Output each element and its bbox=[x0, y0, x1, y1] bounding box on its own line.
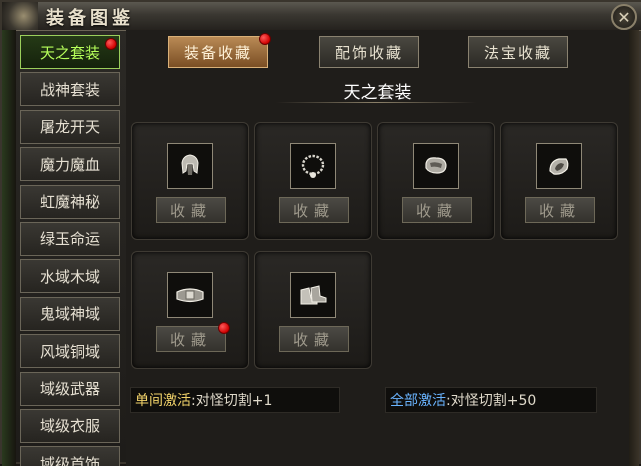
sidebar-item-label: 绿玉命运 bbox=[39, 230, 100, 249]
sidebar-item-hongmo[interactable]: 虹魔神秘 bbox=[20, 184, 120, 219]
window-title: 装备图鉴 bbox=[46, 8, 134, 29]
necklace-icon bbox=[301, 154, 325, 178]
collect-button[interactable]: 收藏 bbox=[279, 197, 349, 223]
boots-icon bbox=[300, 285, 327, 305]
item-slot[interactable] bbox=[413, 143, 459, 189]
close-button[interactable]: ✕ bbox=[611, 4, 637, 30]
sidebar-item-lvyu[interactable]: 绿玉命运 bbox=[20, 221, 120, 256]
tab-label: 法宝收藏 bbox=[483, 43, 552, 62]
sidebar-item-label: 域级衣服 bbox=[39, 417, 100, 436]
left-border-decoration bbox=[2, 30, 16, 466]
sidebar-item-tianzhi[interactable]: 天之套装 bbox=[20, 35, 120, 69]
item-slot[interactable] bbox=[536, 143, 582, 189]
bracelet-icon bbox=[425, 157, 447, 174]
collect-button[interactable]: 收藏 bbox=[156, 197, 226, 223]
tab-treasures[interactable]: 法宝收藏 bbox=[468, 36, 568, 68]
sidebar-item-weapons[interactable]: 域级武器 bbox=[20, 371, 120, 406]
sidebar-item-label: 域级首饰 bbox=[39, 454, 100, 466]
notification-dot bbox=[259, 33, 271, 45]
single-activation-value: :对怪切割+1 bbox=[191, 393, 273, 409]
section-divider bbox=[276, 102, 476, 103]
notification-dot bbox=[218, 322, 230, 334]
item-grid: 收藏 收藏 收藏 收藏 收藏 收藏 bbox=[131, 122, 624, 382]
sidebar-item-zhanshen[interactable]: 战神套装 bbox=[20, 72, 120, 107]
collect-button-label: 收藏 bbox=[169, 330, 212, 349]
equipment-codex-window: 装备图鉴 ✕ 天之套装 战神套装 屠龙开天 魔力魔血 虹魔神秘 绿玉命运 水域木… bbox=[0, 0, 641, 466]
full-activation-bar: 全部激活 :对怪切割+50 bbox=[385, 387, 597, 413]
section-title: 天之套装 bbox=[343, 83, 412, 103]
belt-icon bbox=[176, 288, 204, 303]
item-card: 收藏 bbox=[131, 251, 249, 369]
tab-label: 配饰收藏 bbox=[334, 43, 403, 62]
sidebar-item-fengyu[interactable]: 风域铜域 bbox=[20, 334, 120, 369]
ring-icon bbox=[549, 158, 569, 175]
sidebar-item-label: 天之套装 bbox=[39, 43, 100, 62]
collection-panel: 装备收藏 配饰收藏 法宝收藏 天之套装 收藏 收藏 收藏 收藏 收藏 收藏 单间… bbox=[126, 30, 629, 466]
notification-dot bbox=[105, 38, 117, 50]
item-card: 收藏 bbox=[377, 122, 495, 240]
single-activation-bar: 单间激活 :对怪切割+1 bbox=[130, 387, 340, 413]
sidebar-item-label: 风域铜域 bbox=[39, 342, 100, 361]
full-activation-label: 全部激活 bbox=[390, 393, 446, 409]
set-sidebar[interactable]: 天之套装 战神套装 屠龙开天 魔力魔血 虹魔神秘 绿玉命运 水域木域 鬼域神域 … bbox=[20, 35, 122, 466]
sidebar-item-label: 水域木域 bbox=[39, 267, 100, 286]
full-activation-value: :对怪切割+50 bbox=[446, 393, 537, 409]
item-card: 收藏 bbox=[254, 122, 372, 240]
collect-button[interactable]: 收藏 bbox=[402, 197, 472, 223]
collect-button-label: 收藏 bbox=[538, 201, 581, 220]
tab-equipment[interactable]: 装备收藏 bbox=[168, 33, 271, 68]
item-slot[interactable] bbox=[167, 272, 213, 318]
title-bar: 装备图鉴 ✕ bbox=[2, 2, 641, 31]
item-card: 收藏 bbox=[254, 251, 372, 369]
single-activation-label: 单间激活 bbox=[135, 393, 191, 409]
close-icon: ✕ bbox=[617, 7, 631, 27]
sidebar-item-label: 屠龙开天 bbox=[39, 118, 100, 137]
sidebar-item-clothes[interactable]: 域级衣服 bbox=[20, 408, 120, 443]
sidebar-item-shuiyu[interactable]: 水域木域 bbox=[20, 259, 120, 294]
sidebar-item-guiyu[interactable]: 鬼域神域 bbox=[20, 296, 120, 331]
item-card: 收藏 bbox=[131, 122, 249, 240]
collect-button-label: 收藏 bbox=[169, 201, 212, 220]
collect-button-label: 收藏 bbox=[415, 201, 458, 220]
sidebar-item-label: 战神套装 bbox=[39, 80, 100, 99]
sidebar-item-label: 域级武器 bbox=[39, 380, 100, 399]
tab-accessories[interactable]: 配饰收藏 bbox=[319, 36, 419, 68]
collect-button[interactable]: 收藏 bbox=[525, 197, 595, 223]
collect-button-label: 收藏 bbox=[292, 330, 335, 349]
sidebar-item-label: 虹魔神秘 bbox=[39, 193, 100, 212]
collect-button[interactable]: 收藏 bbox=[279, 326, 349, 352]
helmet-icon bbox=[181, 154, 199, 175]
title-emblem-icon bbox=[2, 2, 38, 30]
sidebar-item-tulong[interactable]: 屠龙开天 bbox=[20, 109, 120, 144]
sidebar-item-label: 鬼域神域 bbox=[39, 305, 100, 324]
item-slot[interactable] bbox=[290, 272, 336, 318]
collect-button[interactable]: 收藏 bbox=[156, 326, 226, 352]
sidebar-item-moli[interactable]: 魔力魔血 bbox=[20, 147, 120, 182]
tab-label: 装备收藏 bbox=[183, 43, 252, 62]
collect-button-label: 收藏 bbox=[292, 201, 335, 220]
sidebar-item-label: 魔力魔血 bbox=[39, 155, 100, 174]
item-slot[interactable] bbox=[167, 143, 213, 189]
sidebar-item-jewelry[interactable]: 域级首饰 bbox=[20, 446, 120, 466]
item-card: 收藏 bbox=[500, 122, 618, 240]
item-slot[interactable] bbox=[290, 143, 336, 189]
